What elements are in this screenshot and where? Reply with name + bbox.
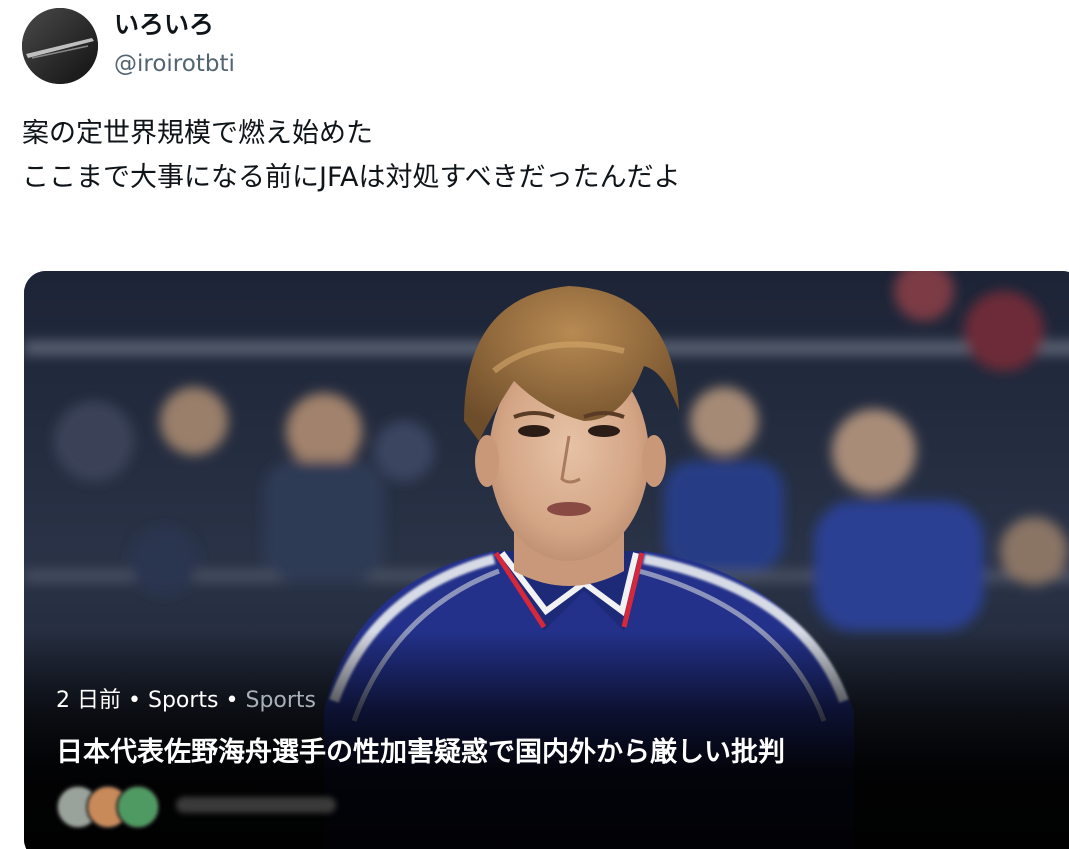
author-display-name[interactable]: いろいろ [114,8,214,42]
avatar-image-icon [22,8,98,84]
card-subcategory: Sports [245,688,317,713]
card-time: 2 日前 [56,688,121,713]
author-handle[interactable]: @iroirotbti [114,48,235,80]
meta-separator: • [128,688,141,713]
author-avatar[interactable] [22,8,98,84]
meta-separator: • [225,688,239,713]
tweet: いろいろ @iroirotbti 案の定世界規模で燃え始めた ここまで大事になる… [0,0,1069,849]
card-source [56,783,336,829]
tweet-text: 案の定世界規模で燃え始めた ここまで大事になる前にJFAは対処すべきだったんだよ [22,112,1042,200]
source-name-blurred [176,797,336,813]
source-logo-icon [116,785,160,829]
news-link-card[interactable]: 2 日前 • Sports • Sports 日本代表佐野海舟選手の性加害疑惑で… [24,271,1069,849]
source-logos [56,783,160,829]
tweet-line: 案の定世界規模で燃え始めた [22,118,373,149]
card-category: Sports [147,688,219,713]
tweet-line: ここまで大事になる前にJFAは対処すべきだったんだよ [22,162,681,193]
card-meta: 2 日前 • Sports • Sports [56,686,316,716]
card-headline[interactable]: 日本代表佐野海舟選手の性加害疑惑で国内外から厳しい批判 [56,734,785,772]
